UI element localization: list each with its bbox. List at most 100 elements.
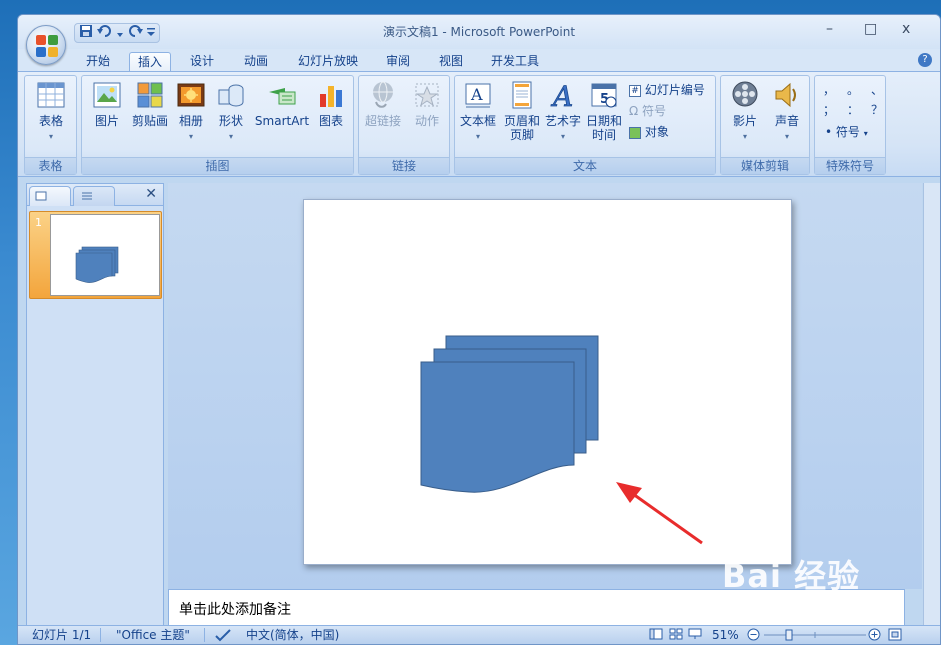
zoom-in-icon[interactable] — [868, 628, 881, 644]
notes-scrollbar[interactable] — [923, 589, 940, 627]
chevron-down-icon: ▾ — [48, 132, 53, 141]
sound-button-label: 声音 — [774, 114, 799, 128]
group-special-symbols: ， 。 、 ； ： ？ • 符号 ▾ 特殊符号 — [814, 75, 886, 175]
action-button[interactable]: 动作 — [407, 80, 447, 128]
shapes-icon — [216, 80, 246, 110]
spellcheck-icon[interactable] — [214, 628, 232, 644]
slide-thumbnail-selected[interactable]: 1 — [29, 211, 162, 299]
tab-developer[interactable]: 开发工具 — [483, 52, 547, 72]
slides-pane-tabs: ✕ — [27, 184, 163, 206]
table-button[interactable]: 表格 ▾ — [31, 80, 71, 144]
hyperlink-icon — [368, 80, 398, 110]
svg-text:A: A — [550, 80, 573, 110]
clipart-button[interactable]: 剪贴画 — [128, 80, 172, 128]
speaker-icon — [772, 80, 802, 110]
symbol-period[interactable]: 。 — [847, 82, 859, 98]
movie-button[interactable]: 影片 ▾ — [725, 80, 765, 144]
chevron-down-icon: ▾ — [560, 132, 565, 141]
group-links: 超链接 动作 链接 — [358, 75, 450, 175]
group-label-links: 链接 — [359, 157, 449, 174]
slide-number-button[interactable]: # 幻灯片编号 — [629, 82, 705, 98]
group-table: 表格 ▾ 表格 — [24, 75, 77, 175]
close-pane-icon[interactable]: ✕ — [145, 186, 157, 202]
wordart-button[interactable]: A 艺术字 ▾ — [543, 80, 583, 144]
object-icon — [629, 126, 641, 139]
zoom-level[interactable]: 51% — [712, 628, 739, 643]
notes-pane[interactable]: 单击此处添加备注 — [168, 589, 905, 627]
tab-outline[interactable] — [73, 186, 115, 206]
movie-button-label: 影片 — [732, 114, 757, 128]
tab-slideshow[interactable]: 幻灯片放映 — [293, 52, 363, 72]
hyperlink-button[interactable]: 超链接 — [361, 80, 405, 128]
fit-to-window-icon[interactable] — [888, 628, 902, 644]
close-button[interactable]: x — [902, 21, 910, 37]
symbol-semicolon[interactable]: ； — [823, 102, 835, 118]
minimize-button[interactable]: – — [826, 21, 833, 37]
textbox-icon: A — [463, 80, 493, 110]
slide-canvas[interactable] — [303, 199, 792, 565]
textbox-button[interactable]: A 文本框 ▾ — [457, 80, 499, 144]
slideshow-view-icon[interactable] — [688, 628, 702, 644]
outline-tab-icon — [82, 192, 92, 200]
chevron-down-icon: ▾ — [228, 132, 233, 141]
language-status[interactable]: 中文(简体，中国) — [246, 628, 339, 643]
theme-status: "Office 主题" — [116, 628, 190, 642]
hyperlink-button-label: 超链接 — [364, 114, 401, 128]
action-icon — [412, 80, 442, 110]
tab-review[interactable]: 审阅 — [378, 52, 418, 72]
sound-button[interactable]: 声音 ▾ — [767, 80, 807, 144]
picture-button[interactable]: 图片 — [86, 80, 128, 128]
help-icon[interactable]: ? — [918, 53, 932, 67]
symbol-button[interactable]: Ω 符号 — [629, 103, 666, 119]
photo-album-button[interactable]: 相册 ▾ — [172, 80, 210, 144]
punctuation-row-2: ； ： ？ — [823, 102, 883, 118]
photo-album-label: 相册 — [178, 114, 203, 128]
tab-slides[interactable] — [29, 186, 71, 206]
status-divider — [204, 628, 205, 642]
zoom-out-icon[interactable] — [747, 628, 760, 644]
slide-count-status: 幻灯片 1/1 — [32, 628, 92, 642]
chart-button[interactable]: 图表 — [312, 80, 350, 128]
customize-qat-icon[interactable] — [147, 24, 155, 42]
calendar-icon: 5 — [589, 80, 619, 110]
tab-insert[interactable]: 插入 — [129, 52, 171, 72]
group-illustrations: 图片 剪贴画 相册 ▾ 形状 ▾ SmartArt 图表 插图 — [81, 75, 354, 175]
slide-sorter-icon[interactable] — [669, 628, 683, 644]
picture-icon — [92, 80, 122, 110]
tab-view[interactable]: 视图 — [431, 52, 471, 72]
slides-pane: ✕ 1 — [26, 183, 164, 627]
zoom-slider[interactable] — [764, 628, 866, 642]
picture-button-label: 图片 — [94, 114, 119, 128]
symbol-comma[interactable]: ， — [823, 82, 835, 98]
normal-view-icon[interactable] — [649, 628, 663, 644]
slide-number-label: 幻灯片编号 — [644, 83, 705, 97]
multidocument-shape[interactable] — [304, 200, 793, 566]
undo-icon[interactable] — [97, 24, 113, 43]
datetime-button[interactable]: 5 日期和 时间 — [583, 80, 625, 142]
group-label-illustrations: 插图 — [82, 157, 353, 174]
object-label: 对象 — [644, 125, 669, 139]
vertical-scrollbar[interactable] — [923, 183, 940, 589]
office-button[interactable] — [26, 25, 66, 65]
maximize-button[interactable]: □ — [864, 21, 877, 37]
photo-album-icon — [176, 80, 206, 110]
tab-animations[interactable]: 动画 — [236, 52, 276, 72]
save-icon[interactable] — [79, 24, 93, 43]
shapes-button[interactable]: 形状 ▾ — [212, 80, 250, 144]
header-footer-button[interactable]: 页眉和 页脚 — [501, 80, 543, 142]
smartart-button[interactable]: SmartArt — [254, 80, 310, 128]
tab-design[interactable]: 设计 — [182, 52, 222, 72]
symbol-enumeration-comma[interactable]: 、 — [871, 82, 883, 98]
tab-home[interactable]: 开始 — [78, 52, 118, 72]
clipart-icon — [135, 80, 165, 110]
action-button-label: 动作 — [414, 114, 439, 128]
object-button[interactable]: 对象 — [629, 124, 669, 140]
special-symbol-button[interactable]: • 符号 ▾ — [825, 124, 868, 142]
redo-icon[interactable] — [127, 24, 143, 43]
symbol-question-mark[interactable]: ？ — [871, 102, 883, 118]
chart-button-label: 图表 — [318, 114, 343, 128]
slide-number: 1 — [35, 216, 42, 229]
svg-text:A: A — [470, 85, 483, 104]
dropdown-arrow-icon[interactable] — [117, 24, 123, 42]
symbol-colon[interactable]: ： — [847, 102, 859, 118]
